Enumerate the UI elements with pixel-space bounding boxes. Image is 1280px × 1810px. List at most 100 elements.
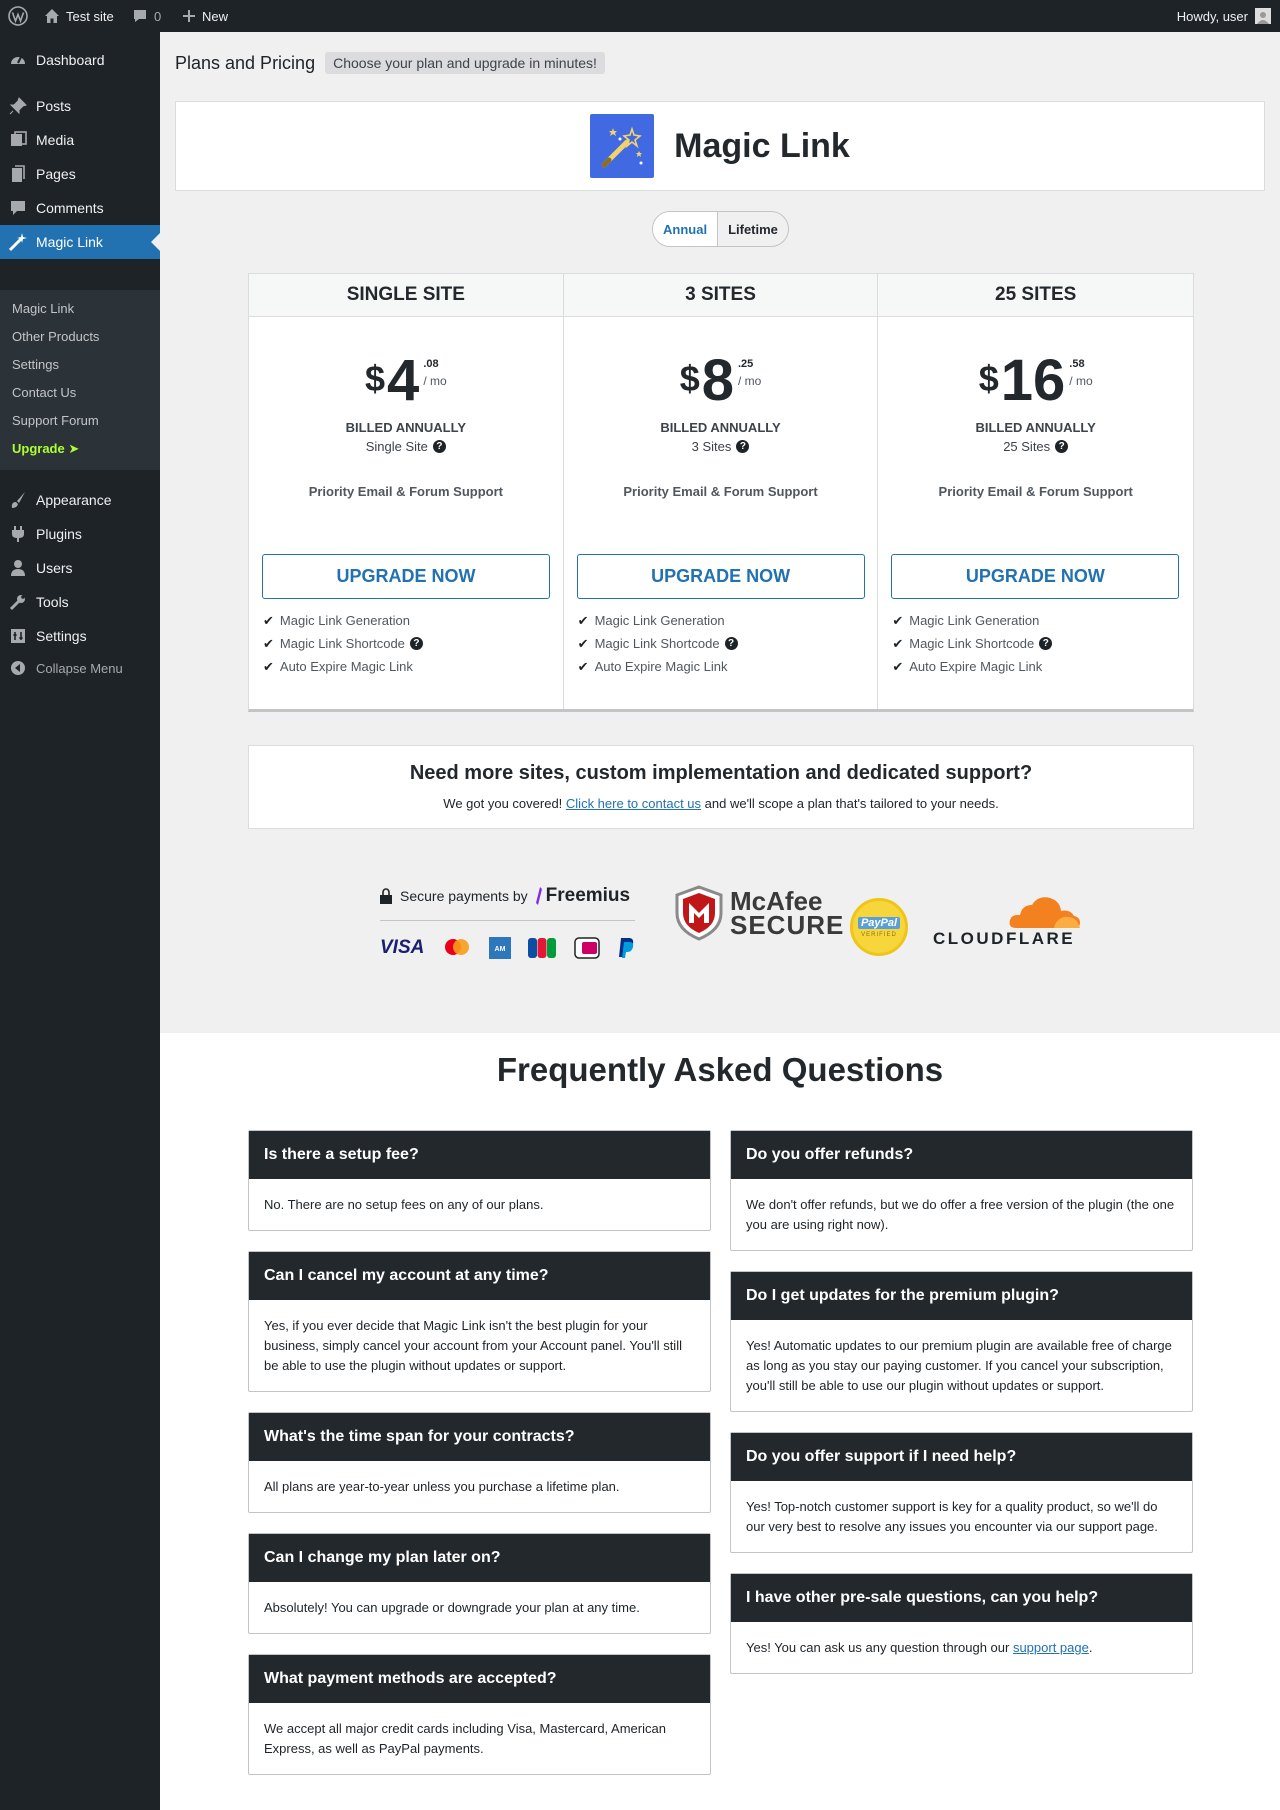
- price-amount: 16: [1000, 348, 1066, 413]
- site-count-label: 3 Sites: [691, 439, 732, 454]
- product-name: Magic Link: [674, 126, 850, 165]
- menu-label: Appearance: [36, 492, 112, 508]
- media-icon: [0, 130, 36, 150]
- new-content-link[interactable]: New: [182, 0, 228, 32]
- magic-wand-icon: [0, 232, 36, 252]
- plugin-icon: [0, 524, 36, 544]
- question-icon[interactable]: ?: [724, 637, 738, 650]
- checkmark-icon: ✔: [892, 612, 904, 628]
- support-page-link[interactable]: support page: [1013, 1640, 1089, 1655]
- menu-users[interactable]: Users: [0, 551, 160, 585]
- menu-tools[interactable]: Tools: [0, 585, 160, 619]
- menu-posts[interactable]: Posts: [0, 89, 160, 123]
- paypal-badge-label: PayPal: [857, 916, 901, 929]
- dashboard-icon: [0, 50, 36, 70]
- question-icon[interactable]: ?: [409, 637, 423, 650]
- comments-link[interactable]: 0: [132, 0, 161, 32]
- checkmark-icon: ✔: [263, 612, 274, 628]
- mcafee-shield-icon: [674, 885, 724, 941]
- support-level: Priority Email & Forum Support: [623, 484, 818, 499]
- faq-item: Is there a setup fee? No. There are no s…: [248, 1130, 711, 1231]
- feature-list: ✔ Magic Link Generation ✔ Magic Link Short…: [578, 609, 738, 678]
- menu-dashboard[interactable]: Dashboard: [0, 43, 160, 77]
- submenu-upgrade[interactable]: Upgrade ➤: [12, 439, 79, 459]
- feature-item: ✔ Magic Link Generation: [892, 609, 1052, 632]
- faq-column-right: Do you offer refunds? We don't offer ref…: [730, 1130, 1193, 1694]
- submenu-settings[interactable]: Settings: [12, 355, 59, 375]
- my-account-link[interactable]: Howdy, user: [1177, 0, 1271, 32]
- feature-label: Magic Link Shortcode: [594, 636, 720, 651]
- wordpress-logo-icon[interactable]: [8, 0, 28, 32]
- faq-item: Do I get updates for the premium plugin?…: [730, 1271, 1193, 1412]
- price-currency: $: [978, 358, 999, 399]
- question-icon[interactable]: ?: [432, 440, 446, 453]
- magic-wand-icon: [590, 114, 655, 178]
- menu-label: Tools: [36, 594, 69, 610]
- faq-answer-text-end: .: [1088, 1640, 1093, 1655]
- upgrade-now-button[interactable]: UPGRADE NOW: [891, 554, 1180, 599]
- menu-comments[interactable]: Comments: [0, 191, 160, 225]
- menu-magic-link[interactable]: Magic Link: [0, 225, 160, 259]
- faq-item: What's the time span for your contracts?…: [248, 1412, 711, 1513]
- trust-badges: Secure payments by Freemius VISA AM McAf…: [380, 885, 1260, 985]
- checkmark-icon: ✔: [577, 612, 589, 628]
- submenu-contact-us[interactable]: Contact Us: [12, 383, 76, 403]
- billing-frequency: BILLED ANNUALLY: [660, 420, 781, 435]
- menu-media[interactable]: Media: [0, 123, 160, 157]
- upgrade-now-button[interactable]: UPGRADE NOW: [576, 554, 865, 599]
- menu-pages[interactable]: Pages: [0, 157, 160, 191]
- menu-settings[interactable]: Settings: [0, 619, 160, 653]
- cloudflare-cloud-icon: [1008, 895, 1093, 929]
- collapse-label: Collapse Menu: [36, 660, 123, 676]
- howdy-text: Howdy, user: [1176, 8, 1248, 24]
- feature-item: ✔ Magic Link Shortcode?: [263, 632, 423, 655]
- mcafee-line2: SECURE: [730, 910, 845, 940]
- paypal-verified-label: VERIFIED: [861, 931, 897, 938]
- menu-label: Dashboard: [36, 52, 105, 68]
- question-icon[interactable]: ?: [736, 440, 750, 453]
- freemius-logo-icon: [534, 887, 542, 905]
- paypal-verified-badge: PayPal VERIFIED: [850, 898, 908, 956]
- plan-name: 3 SITES: [563, 274, 878, 317]
- feature-label: Magic Link Shortcode: [279, 636, 405, 651]
- custom-plan-heading: Need more sites, custom implementation a…: [409, 762, 1033, 784]
- support-level: Priority Email & Forum Support: [938, 484, 1133, 499]
- menu-appearance[interactable]: Appearance: [0, 483, 160, 517]
- faq-answer: We don't offer refunds, but we do offer …: [746, 1197, 1175, 1232]
- question-icon[interactable]: ?: [1055, 440, 1069, 453]
- faq-item: What payment methods are accepted? We ac…: [248, 1654, 711, 1775]
- upgrade-now-button[interactable]: UPGRADE NOW: [262, 554, 550, 599]
- price-period: / mo: [737, 374, 762, 388]
- contact-us-link[interactable]: Click here to contact us: [566, 796, 701, 811]
- menu-plugins[interactable]: Plugins: [0, 517, 160, 551]
- admin-bar: Test site 0 New Howdy, user: [0, 0, 1280, 32]
- feature-list: ✔ Magic Link Generation ✔ Magic Link Short…: [892, 609, 1053, 678]
- submenu-other-products[interactable]: Other Products: [12, 327, 99, 347]
- menu-label: Magic Link: [36, 234, 103, 250]
- feature-list: ✔ Magic Link Generation ✔ Magic Link Short…: [263, 609, 423, 678]
- submenu-magic-link[interactable]: Magic Link: [12, 299, 74, 319]
- price-amount: 4: [387, 348, 420, 413]
- price-cents: .25: [737, 358, 754, 370]
- site-name-link[interactable]: Test site: [44, 0, 114, 32]
- page-title: Plans and Pricing: [175, 52, 316, 73]
- feature-item: ✔ Magic Link Shortcode?: [892, 632, 1053, 655]
- billing-annual-option[interactable]: Annual: [653, 212, 719, 246]
- brush-icon: [0, 490, 36, 510]
- billing-lifetime-option[interactable]: Lifetime: [718, 212, 788, 246]
- custom-text-after: and we'll scope a plan that's tailored t…: [701, 796, 999, 811]
- menu-label: Media: [36, 132, 75, 148]
- site-name: Test site: [66, 8, 114, 24]
- feature-label: Magic Link Shortcode: [909, 636, 1035, 651]
- collapse-menu-button[interactable]: Collapse Menu: [0, 651, 160, 685]
- pages-icon: [0, 164, 36, 184]
- feature-item: ✔ Auto Expire Magic Link: [263, 655, 423, 678]
- question-icon[interactable]: ?: [1039, 637, 1053, 650]
- price-period: / mo: [423, 374, 447, 388]
- lock-icon: [380, 888, 392, 904]
- faq-item: Can I change my plan later on? Absolutel…: [248, 1533, 711, 1634]
- submenu-support-forum[interactable]: Support Forum: [12, 411, 99, 431]
- cloudflare-badge: CLOUDFLARE: [933, 895, 1093, 949]
- menu-label: Comments: [36, 200, 104, 216]
- site-count-label: Single Site: [365, 439, 428, 454]
